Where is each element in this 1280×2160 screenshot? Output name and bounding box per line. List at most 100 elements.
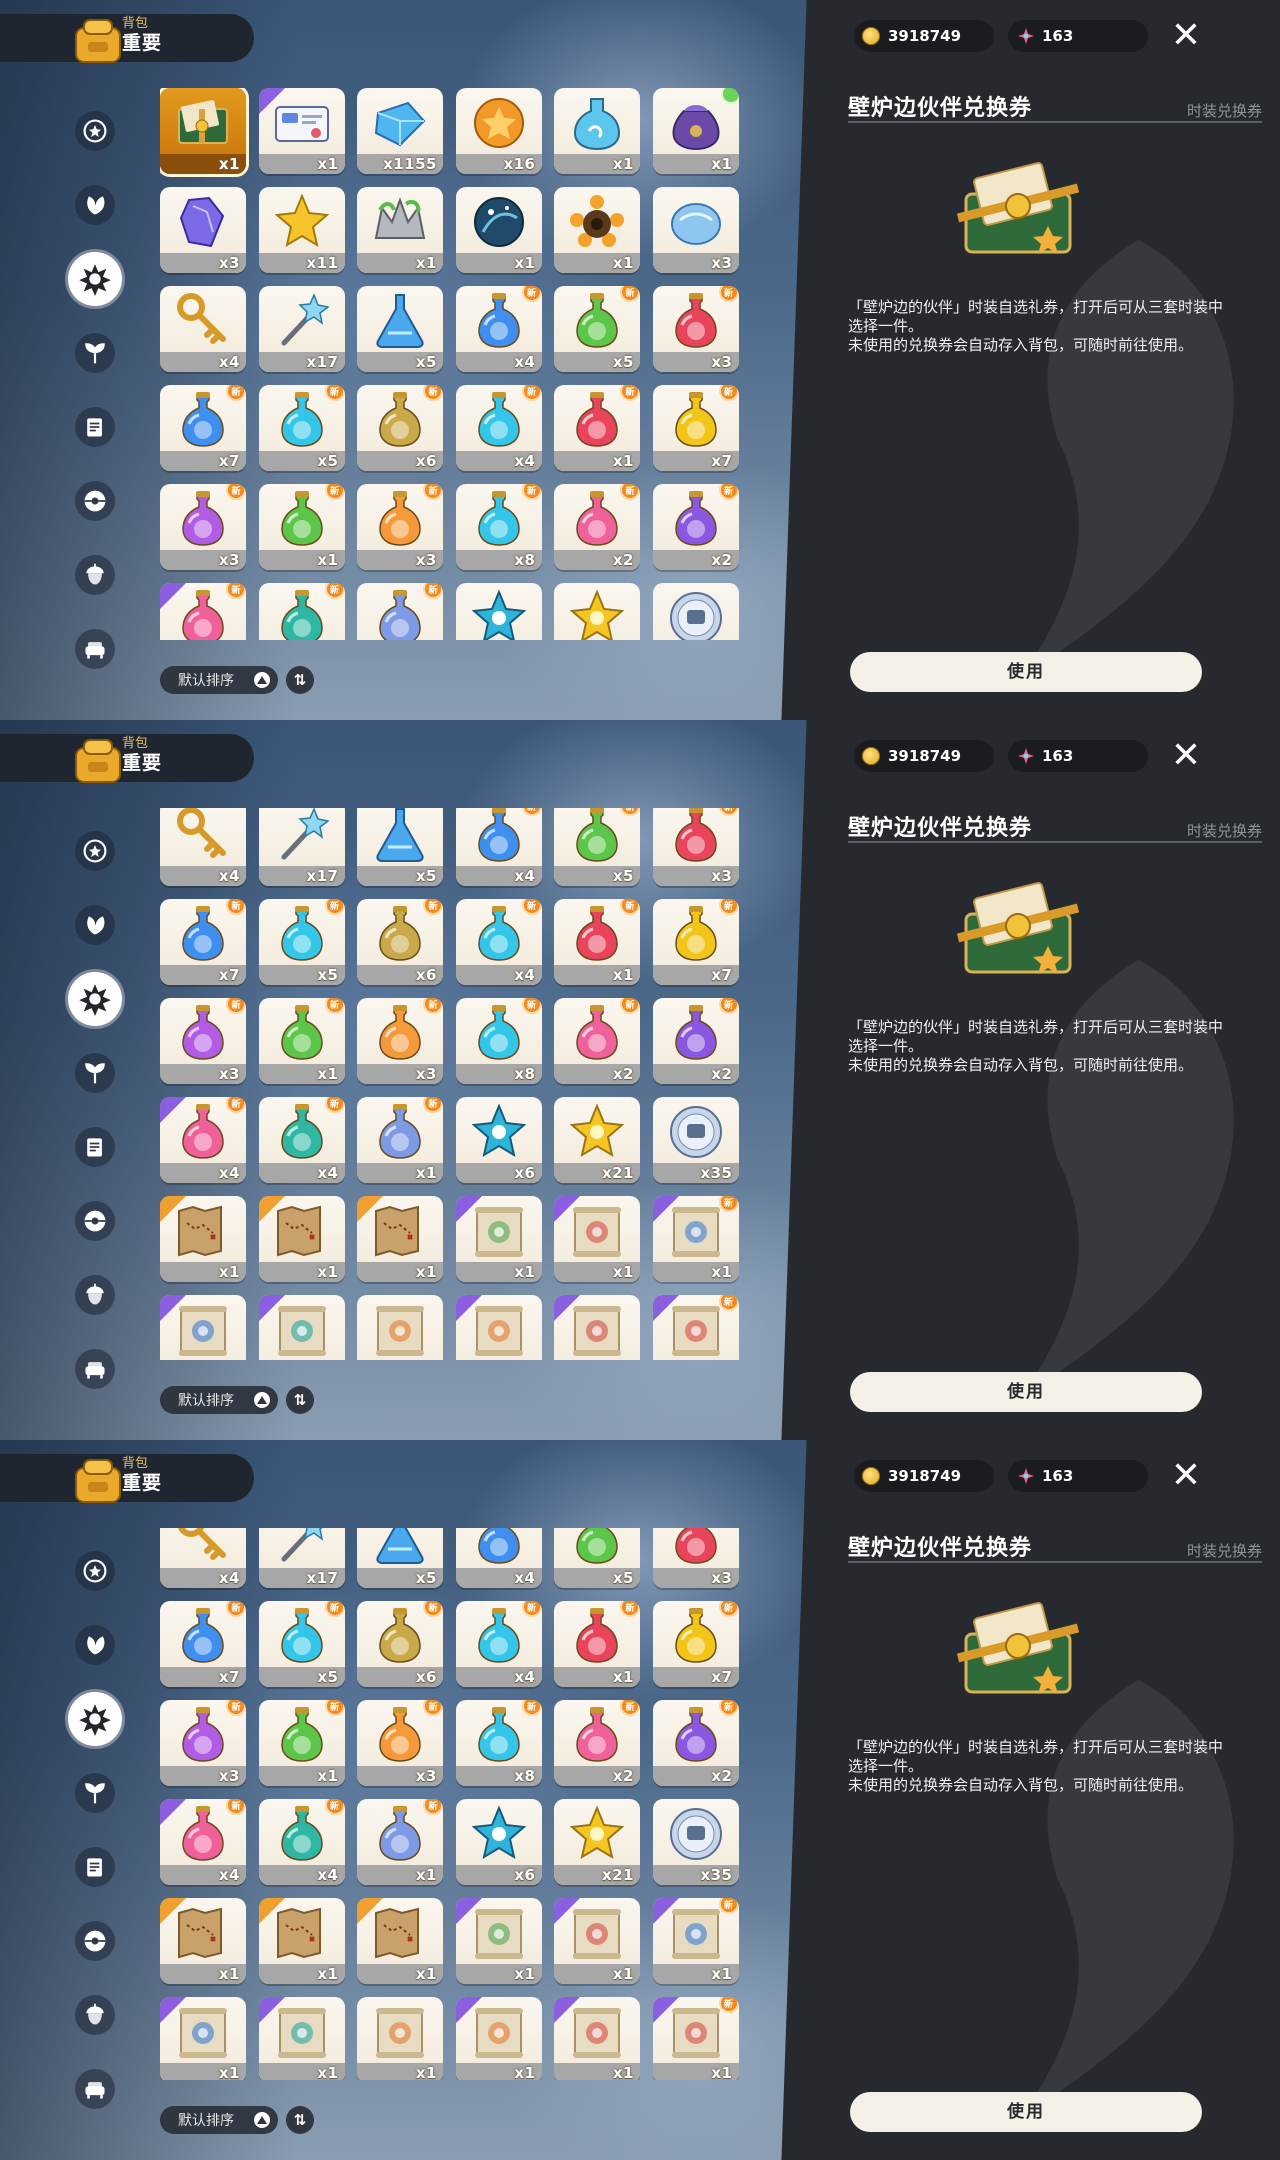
item-slot[interactable]: x1 新 bbox=[258, 484, 345, 570]
item-slot[interactable]: x6 新 bbox=[357, 1601, 443, 1687]
item-grid[interactable]: x1 x1 x1155 x16 x1 bbox=[160, 808, 756, 1360]
item-slot[interactable]: x1 bbox=[258, 1196, 345, 1282]
item-slot[interactable]: x4 新 bbox=[258, 1799, 345, 1885]
category-star-badge[interactable] bbox=[68, 824, 122, 878]
item-slot[interactable]: x3 bbox=[652, 187, 739, 273]
item-slot[interactable]: x2 新 bbox=[554, 484, 640, 570]
item-slot[interactable]: x1 新 bbox=[652, 1295, 739, 1360]
category-furniture[interactable] bbox=[68, 622, 122, 676]
item-slot[interactable]: x3 新 bbox=[357, 484, 443, 570]
item-slot[interactable]: x1 bbox=[554, 187, 640, 273]
category-document[interactable] bbox=[68, 400, 122, 454]
item-slot[interactable]: x6 bbox=[455, 1097, 542, 1183]
category-document[interactable] bbox=[68, 1840, 122, 1894]
sort-order-button[interactable]: ⇅ bbox=[286, 2106, 314, 2134]
category-special-burst[interactable] bbox=[68, 972, 122, 1026]
category-ball[interactable] bbox=[68, 1194, 122, 1248]
item-slot[interactable]: x5 新 bbox=[258, 899, 345, 985]
item-slot[interactable]: x6 新 bbox=[357, 385, 443, 471]
item-slot[interactable]: x1 新 bbox=[652, 1898, 739, 1984]
category-leaf[interactable] bbox=[68, 1618, 122, 1672]
category-acorn[interactable] bbox=[68, 1988, 122, 2042]
item-slot[interactable]: x4 新 bbox=[160, 583, 246, 640]
sort-dropdown[interactable]: 默认排序 bbox=[160, 1386, 278, 1414]
item-slot[interactable]: x1 bbox=[554, 1997, 640, 2080]
category-furniture[interactable] bbox=[68, 1342, 122, 1396]
category-plant[interactable] bbox=[68, 1046, 122, 1100]
item-slot[interactable]: x1 新 bbox=[357, 1097, 443, 1183]
item-slot[interactable]: x35 bbox=[652, 583, 739, 640]
item-slot[interactable]: x1 bbox=[160, 1196, 246, 1282]
item-slot[interactable]: x3 新 bbox=[357, 998, 443, 1084]
item-slot[interactable]: x2 新 bbox=[652, 484, 739, 570]
item-slot[interactable]: x17 bbox=[258, 808, 345, 886]
item-slot[interactable]: x3 新 bbox=[652, 286, 739, 372]
item-slot[interactable]: x21 bbox=[554, 1097, 640, 1183]
item-slot[interactable]: x1 bbox=[455, 1997, 542, 2080]
item-slot[interactable]: x1 bbox=[455, 1898, 542, 1984]
close-button[interactable]: ✕ bbox=[1168, 18, 1204, 54]
item-slot[interactable]: x8 新 bbox=[455, 998, 542, 1084]
item-slot[interactable]: x1 新 bbox=[258, 998, 345, 1084]
item-slot[interactable]: x5 bbox=[357, 808, 443, 886]
item-slot[interactable]: x5 新 bbox=[258, 1601, 345, 1687]
item-slot[interactable]: x4 新 bbox=[455, 808, 542, 886]
category-special-burst[interactable] bbox=[68, 252, 122, 306]
item-slot[interactable]: x4 bbox=[160, 286, 246, 372]
item-slot[interactable]: x17 bbox=[258, 1528, 345, 1588]
bag-tab[interactable]: 背包 重要 bbox=[0, 734, 254, 783]
item-slot[interactable]: x1 bbox=[554, 1196, 640, 1282]
bag-tab[interactable]: 背包 重要 bbox=[0, 14, 254, 63]
item-slot[interactable]: x4 新 bbox=[258, 583, 345, 640]
item-slot[interactable]: x5 新 bbox=[554, 808, 640, 886]
item-slot[interactable]: x1 bbox=[258, 1898, 345, 1984]
item-slot[interactable]: x1 新 bbox=[258, 1700, 345, 1786]
category-star-badge[interactable] bbox=[68, 104, 122, 158]
category-plant[interactable] bbox=[68, 1766, 122, 1820]
item-slot[interactable]: x1 bbox=[258, 1997, 345, 2080]
item-slot[interactable]: x11 bbox=[258, 187, 345, 273]
item-slot[interactable]: x2 新 bbox=[652, 1700, 739, 1786]
item-slot[interactable]: x1 bbox=[652, 88, 739, 174]
category-special-burst[interactable] bbox=[68, 1692, 122, 1746]
item-slot[interactable]: x2 新 bbox=[554, 1700, 640, 1786]
category-plant[interactable] bbox=[68, 326, 122, 380]
item-slot[interactable]: x4 新 bbox=[160, 1799, 246, 1885]
item-slot[interactable]: x1 bbox=[357, 1898, 443, 1984]
item-slot[interactable]: x1 bbox=[160, 1997, 246, 2080]
item-slot[interactable]: x1 bbox=[258, 1295, 345, 1360]
item-slot[interactable]: x1 bbox=[455, 187, 542, 273]
item-slot[interactable]: x7 新 bbox=[652, 899, 739, 985]
item-slot[interactable]: x1 bbox=[160, 88, 246, 174]
category-leaf[interactable] bbox=[68, 898, 122, 952]
item-slot[interactable]: x35 bbox=[652, 1799, 739, 1885]
item-slot[interactable]: x3 新 bbox=[652, 1528, 739, 1588]
item-slot[interactable]: x7 新 bbox=[652, 385, 739, 471]
category-star-badge[interactable] bbox=[68, 1544, 122, 1598]
item-slot[interactable]: x35 bbox=[652, 1097, 739, 1183]
item-slot[interactable]: x7 新 bbox=[160, 1601, 246, 1687]
bag-tab[interactable]: 背包 重要 bbox=[0, 1454, 254, 1503]
item-slot[interactable]: x8 新 bbox=[455, 484, 542, 570]
item-slot[interactable]: x21 bbox=[554, 583, 640, 640]
item-slot[interactable]: x3 新 bbox=[160, 998, 246, 1084]
item-slot[interactable]: x4 新 bbox=[455, 899, 542, 985]
item-slot[interactable]: x17 bbox=[258, 286, 345, 372]
item-slot[interactable]: x4 新 bbox=[455, 1601, 542, 1687]
category-document[interactable] bbox=[68, 1120, 122, 1174]
sort-order-button[interactable]: ⇅ bbox=[286, 666, 314, 694]
item-slot[interactable]: x4 bbox=[160, 1528, 246, 1588]
item-slot[interactable]: x2 新 bbox=[554, 998, 640, 1084]
item-slot[interactable]: x1 新 bbox=[652, 1997, 739, 2080]
item-slot[interactable]: x4 新 bbox=[455, 1528, 542, 1588]
item-grid[interactable]: x1 x1 x1155 x16 x1 bbox=[160, 1528, 756, 2080]
close-button[interactable]: ✕ bbox=[1168, 738, 1204, 774]
item-slot[interactable]: x7 新 bbox=[160, 385, 246, 471]
category-ball[interactable] bbox=[68, 1914, 122, 1968]
category-ball[interactable] bbox=[68, 474, 122, 528]
item-slot[interactable]: x1 bbox=[554, 88, 640, 174]
sort-dropdown[interactable]: 默认排序 bbox=[160, 666, 278, 694]
item-slot[interactable]: x3 新 bbox=[357, 1700, 443, 1786]
item-slot[interactable]: x1 bbox=[455, 1295, 542, 1360]
item-slot[interactable]: x5 新 bbox=[258, 385, 345, 471]
